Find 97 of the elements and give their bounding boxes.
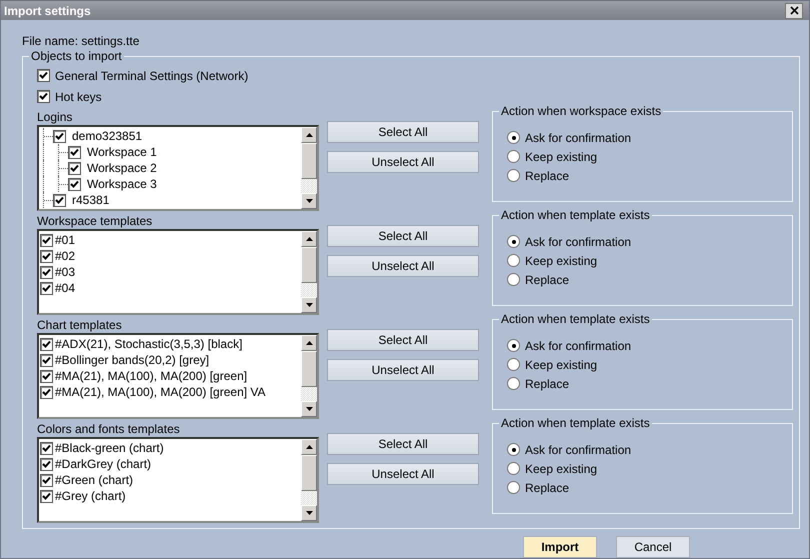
scroll-down-icon[interactable] [306, 511, 312, 515]
list-item[interactable]: #Grey (chart) [55, 489, 126, 503]
select-button[interactable]: Unselect All [327, 359, 479, 381]
section-heading: Colors and fonts templates [37, 422, 181, 437]
list-item[interactable]: #01 [55, 233, 76, 247]
radio-label: Ask for confirmation [525, 234, 632, 248]
group-title: Action when template exists [500, 416, 651, 430]
radio-label: Keep existing [525, 462, 598, 476]
scroll-down-icon[interactable] [306, 407, 312, 411]
checkbox[interactable] [40, 386, 53, 398]
radio-label: Keep existing [525, 254, 598, 268]
scroll-up-icon[interactable] [306, 133, 312, 137]
checkbox[interactable] [68, 146, 81, 158]
window-title: Import settings [4, 4, 91, 18]
checkbox[interactable] [40, 490, 53, 502]
list-item[interactable]: #DarkGrey (chart) [55, 457, 152, 471]
radio-button[interactable] [507, 150, 520, 163]
checkbox[interactable] [68, 178, 81, 190]
scroll-down-icon[interactable] [306, 199, 312, 203]
list-item[interactable]: #02 [55, 249, 76, 263]
checkbox[interactable] [40, 250, 53, 262]
checkbox[interactable] [40, 338, 53, 350]
list-item[interactable]: #03 [55, 265, 76, 279]
scrollbar[interactable] [301, 231, 317, 313]
checkbox-label: Hot keys [55, 90, 102, 104]
select-button[interactable]: Unselect All [327, 151, 479, 173]
checkbox[interactable] [40, 234, 53, 246]
list-item[interactable]: #Green (chart) [55, 473, 134, 487]
tree-item[interactable]: demo323851 [72, 129, 142, 143]
list-item[interactable]: #MA(21), MA(100), MA(200) [green] VA [55, 385, 266, 399]
radio-label: Replace [525, 272, 570, 286]
radio-label: Replace [525, 480, 570, 494]
radio-button[interactable] [507, 443, 520, 456]
checkbox[interactable] [40, 458, 53, 470]
checkbox[interactable] [40, 354, 53, 366]
radio-label: Ask for confirmation [525, 338, 632, 352]
checkbox[interactable] [40, 370, 53, 382]
checkbox[interactable] [37, 90, 50, 103]
radio-label: Ask for confirmation [525, 130, 632, 144]
radio-button[interactable] [507, 131, 520, 144]
group-title: Action when template exists [500, 312, 651, 326]
radio-label: Ask for confirmation [525, 442, 632, 456]
radio-button[interactable] [507, 377, 520, 390]
scrollbar[interactable] [301, 439, 317, 521]
scrollbar[interactable] [301, 335, 317, 417]
list-item[interactable]: #04 [55, 281, 76, 295]
file-name-label: File name: settings.tte [22, 34, 140, 48]
scroll-down-icon[interactable] [306, 303, 312, 307]
radio-button[interactable] [507, 254, 520, 267]
checkbox[interactable] [40, 266, 53, 278]
scroll-up-icon[interactable] [306, 237, 312, 241]
close-button[interactable] [785, 2, 803, 18]
radio-button[interactable] [507, 169, 520, 182]
radio-label: Keep existing [525, 358, 598, 372]
checkbox[interactable] [53, 194, 66, 206]
checkbox[interactable] [53, 130, 66, 142]
checkbox[interactable] [40, 282, 53, 294]
group-title: Objects to import [30, 49, 123, 63]
group-title: Action when workspace exists [500, 104, 662, 118]
checkbox[interactable] [68, 162, 81, 174]
tree-item[interactable]: Workspace 1 [87, 145, 157, 159]
radio-button[interactable] [507, 462, 520, 475]
scroll-up-icon[interactable] [306, 341, 312, 345]
checkbox-label: General Terminal Settings (Network) [55, 68, 248, 82]
radio-label: Keep existing [525, 150, 598, 164]
checkbox[interactable] [40, 442, 53, 454]
radio-label: Replace [525, 376, 570, 390]
checkbox[interactable] [40, 474, 53, 486]
radio-button[interactable] [507, 358, 520, 371]
section-heading: Workspace templates [37, 214, 154, 229]
radio-button[interactable] [507, 273, 520, 286]
tree-item[interactable]: Workspace 2 [87, 161, 157, 175]
select-button[interactable]: Select All [327, 225, 479, 247]
select-button[interactable]: Select All [327, 433, 479, 455]
scroll-up-icon[interactable] [306, 445, 312, 449]
list-item[interactable]: #Black-green (chart) [55, 441, 164, 455]
list-item[interactable]: #ADX(21), Stochastic(3,5,3) [black] [55, 337, 242, 351]
group-title: Action when template exists [500, 208, 651, 222]
radio-button[interactable] [507, 339, 520, 352]
list-item[interactable]: #MA(21), MA(100), MA(200) [green] [55, 369, 248, 383]
section-heading: Logins [37, 110, 74, 125]
radio-label: Replace [525, 168, 570, 182]
select-button[interactable]: Unselect All [327, 463, 479, 485]
radio-button[interactable] [507, 481, 520, 494]
list-item[interactable]: #Bollinger bands(20,2) [grey] [55, 353, 210, 367]
checkbox[interactable] [37, 69, 50, 82]
cancel-button[interactable]: Cancel [616, 536, 690, 558]
tree-item[interactable]: Workspace 3 [87, 177, 157, 191]
select-button[interactable]: Select All [327, 121, 479, 143]
tree-item[interactable]: r45381 [72, 193, 110, 207]
select-button[interactable]: Select All [327, 329, 479, 351]
import-button[interactable]: Import [523, 536, 597, 558]
close-icon [790, 6, 798, 15]
scrollbar[interactable] [301, 127, 317, 209]
section-heading: Chart templates [37, 318, 123, 333]
select-button[interactable]: Unselect All [327, 255, 479, 277]
radio-button[interactable] [507, 235, 520, 248]
